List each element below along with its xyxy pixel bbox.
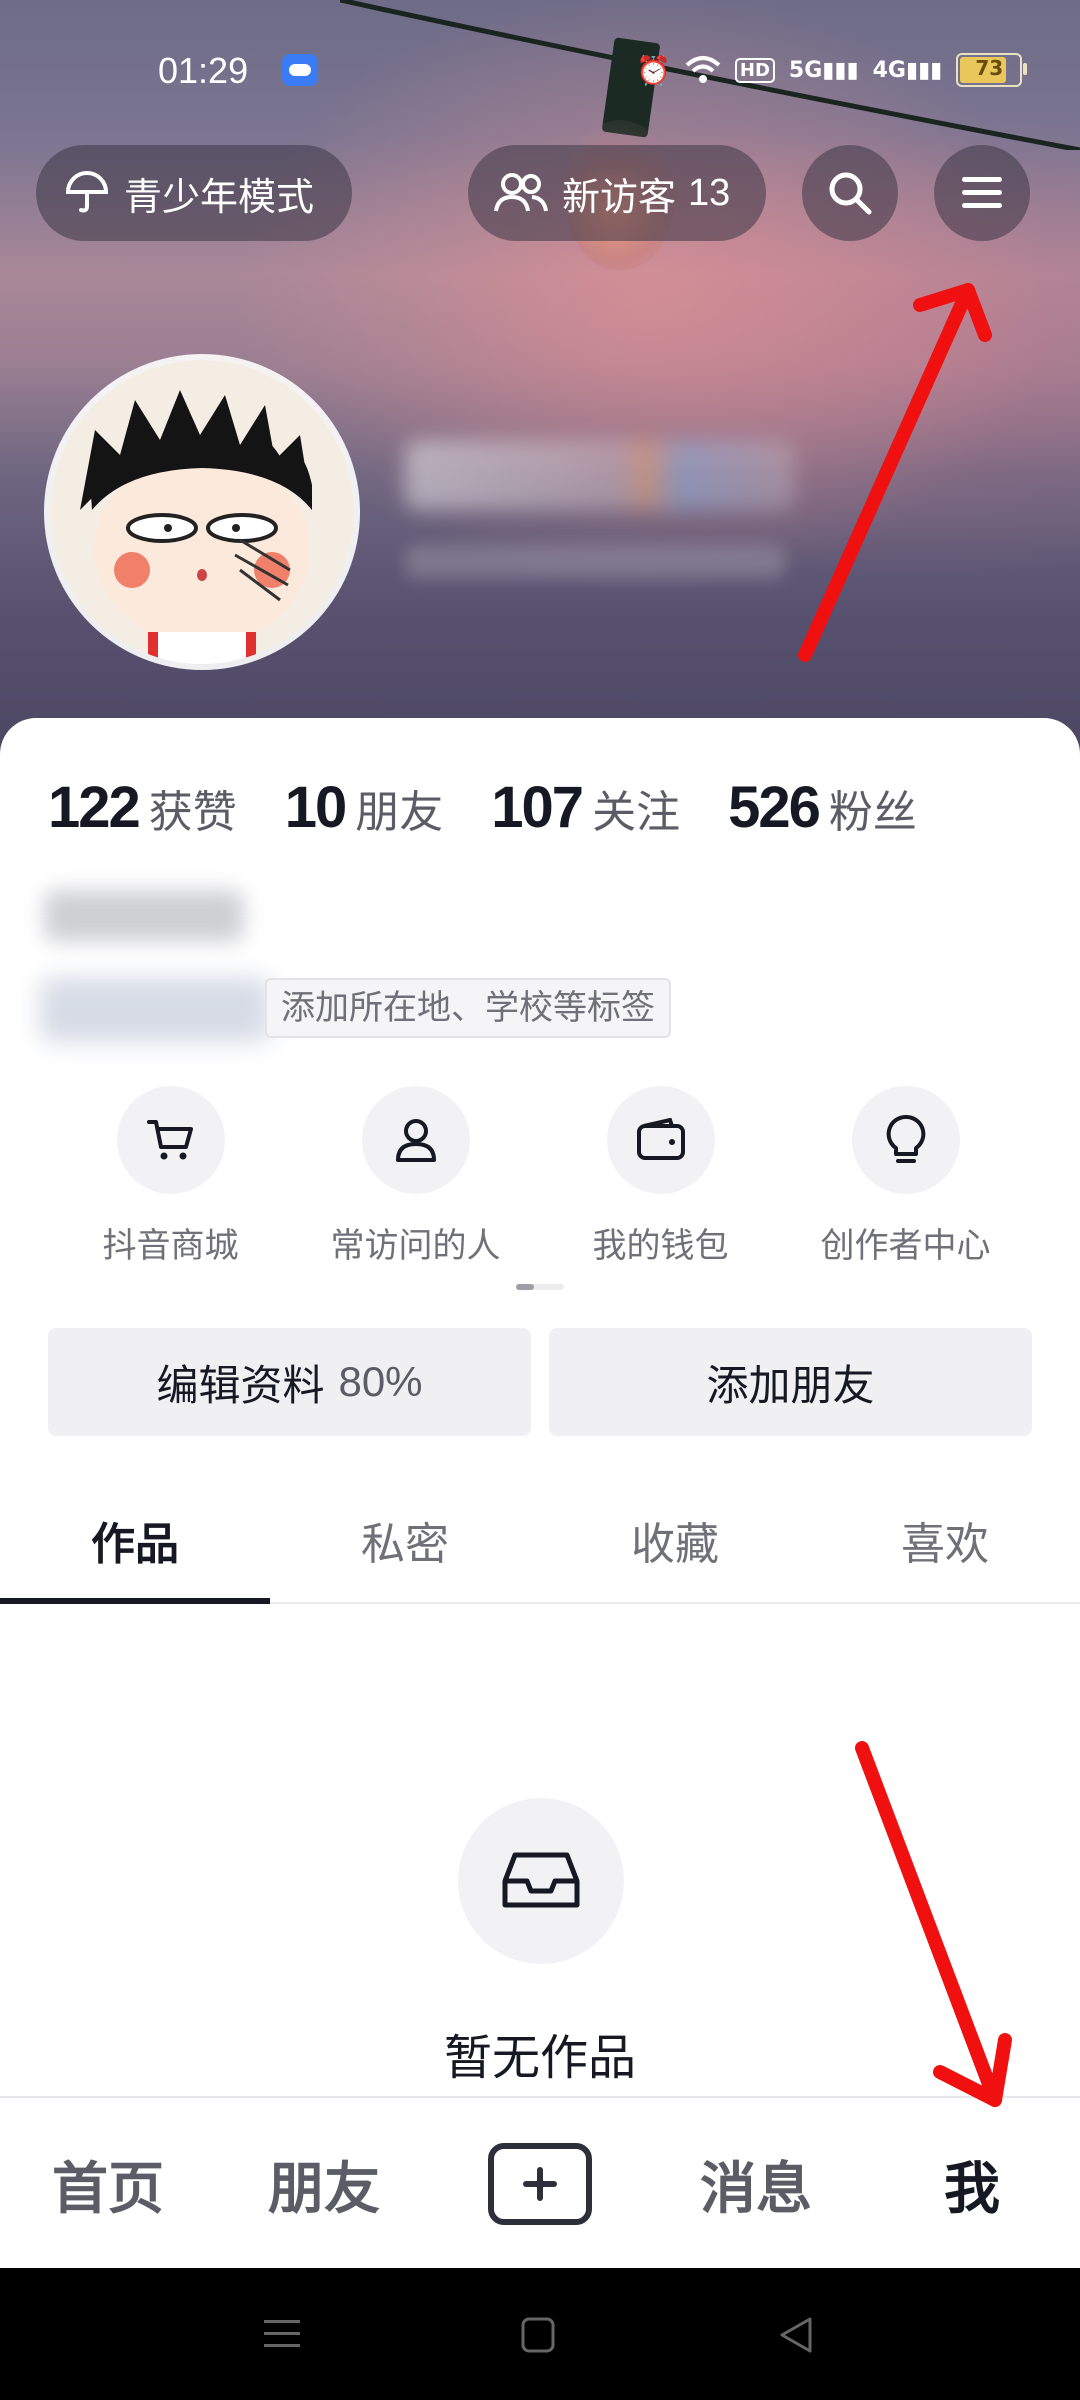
recent-apps-icon[interactable] (262, 2316, 302, 2352)
stat-likes[interactable]: 122 获赞 (48, 774, 237, 841)
quick-action-creator-center[interactable]: 创作者中心 (783, 1086, 1028, 1267)
lightbulb-icon (886, 1114, 925, 1163)
quick-action-mall[interactable]: 抖音商城 (48, 1086, 293, 1267)
nav-me[interactable]: 我 (864, 2144, 1080, 2225)
stat-friends[interactable]: 10 朋友 (285, 774, 444, 841)
person-icon (395, 1119, 436, 1162)
avatar[interactable] (50, 360, 354, 664)
stat-label: 关注 (592, 787, 681, 838)
status-time: 01:29 (158, 50, 249, 91)
quick-action-wallet[interactable]: 我的钱包 (538, 1086, 783, 1267)
quick-action-label: 抖音商城 (102, 1226, 239, 1266)
quick-actions: 抖音商城 常访问的人 我的钱包 创作者中心 (0, 1086, 1080, 1267)
cartoon-avatar-image (50, 360, 354, 664)
add-tags-button[interactable]: 添加所在地、学校等标签 (265, 978, 671, 1038)
signal-5g-label: 5G (788, 57, 823, 83)
stat-label: 粉丝 (828, 787, 917, 838)
stat-label: 获赞 (148, 787, 237, 838)
battery-icon: 73 (956, 53, 1028, 87)
search-button[interactable] (802, 145, 898, 241)
plus-icon (523, 2167, 557, 2201)
blurred-tag (40, 978, 270, 1042)
stat-label: 朋友 (355, 787, 444, 838)
profile-completion: 80% (338, 1358, 423, 1405)
new-visitors-label: 新访客 (562, 174, 677, 219)
add-friend-label: 添加朋友 (706, 1360, 875, 1410)
nav-friends[interactable]: 朋友 (216, 2144, 432, 2225)
home-key-icon[interactable] (520, 2316, 556, 2354)
quick-action-frequent-visits[interactable]: 常访问的人 (293, 1086, 538, 1267)
tab-favorites[interactable]: 收藏 (540, 1478, 810, 1602)
hd-voice-icon: HD (734, 57, 775, 83)
profile-actions: 编辑资料 80% 添加朋友 (48, 1328, 1032, 1436)
alarm-icon: ⏰ (636, 53, 671, 87)
cart-icon (146, 1120, 193, 1160)
battery-level: 73 (975, 56, 1004, 80)
bottom-navigation: 首页 朋友 消息 我 (0, 2096, 1080, 2270)
cloud-notification-icon (282, 54, 318, 86)
stat-value: 107 (491, 775, 584, 840)
add-friend-button[interactable]: 添加朋友 (549, 1328, 1032, 1436)
search-icon (829, 172, 872, 215)
profile-stats: 122 获赞 10 朋友 107 关注 526 粉丝 (48, 774, 917, 841)
blurred-bio (44, 890, 244, 942)
blurred-douyin-id (405, 545, 785, 579)
profile-card: 122 获赞 10 朋友 107 关注 526 粉丝 添加所在地、学校等标签 抖… (0, 718, 1080, 2098)
empty-state-text: 暂无作品 (443, 2030, 636, 2086)
quick-action-label: 常访问的人 (330, 1226, 501, 1266)
umbrella-icon (64, 170, 110, 216)
new-visitors-button[interactable]: 新访客 13 (468, 145, 766, 241)
content-tabs: 作品 私密 收藏 喜欢 (0, 1478, 1080, 1604)
new-visitors-count: 13 (688, 171, 731, 214)
edit-profile-button[interactable]: 编辑资料 80% (48, 1328, 531, 1436)
tab-private[interactable]: 私密 (270, 1478, 540, 1602)
nav-home[interactable]: 首页 (0, 2144, 216, 2225)
visitors-icon (494, 171, 548, 215)
menu-button[interactable] (934, 145, 1030, 241)
teen-mode-label: 青少年模式 (124, 174, 315, 219)
nav-create[interactable] (432, 2143, 648, 2225)
wifi-icon (685, 56, 721, 83)
quick-action-label: 创作者中心 (820, 1226, 991, 1266)
nav-messages[interactable]: 消息 (648, 2144, 864, 2225)
system-navigation-bar (0, 2268, 1080, 2400)
stat-value: 10 (284, 775, 347, 840)
quick-actions-pager (516, 1284, 564, 1290)
create-button[interactable] (488, 2143, 592, 2225)
inbox-icon (502, 1852, 580, 1908)
tab-likes[interactable]: 喜欢 (810, 1478, 1080, 1602)
tab-works[interactable]: 作品 (0, 1478, 270, 1604)
stat-value: 122 (48, 775, 141, 840)
status-bar: 01:29 ⏰ HD 5G▮▮▮ 4G▮▮▮ 73 (0, 40, 1080, 100)
hamburger-menu-icon (962, 177, 1002, 208)
signal-5g-icon: 5G▮▮▮ (788, 57, 859, 83)
stat-value: 526 (728, 775, 821, 840)
stat-followers[interactable]: 526 粉丝 (728, 774, 917, 841)
back-key-icon[interactable] (778, 2316, 814, 2354)
signal-4g-label: 4G (872, 57, 906, 83)
teen-mode-button[interactable]: 青少年模式 (36, 145, 352, 241)
signal-4g-icon: 4G▮▮▮ (872, 57, 943, 83)
empty-state-icon-wrap (458, 1798, 624, 1964)
quick-action-label: 我的钱包 (592, 1226, 729, 1266)
blurred-username (405, 440, 795, 510)
stat-following[interactable]: 107 关注 (491, 774, 680, 841)
edit-profile-label: 编辑资料 (156, 1360, 325, 1410)
wallet-icon (636, 1118, 685, 1160)
